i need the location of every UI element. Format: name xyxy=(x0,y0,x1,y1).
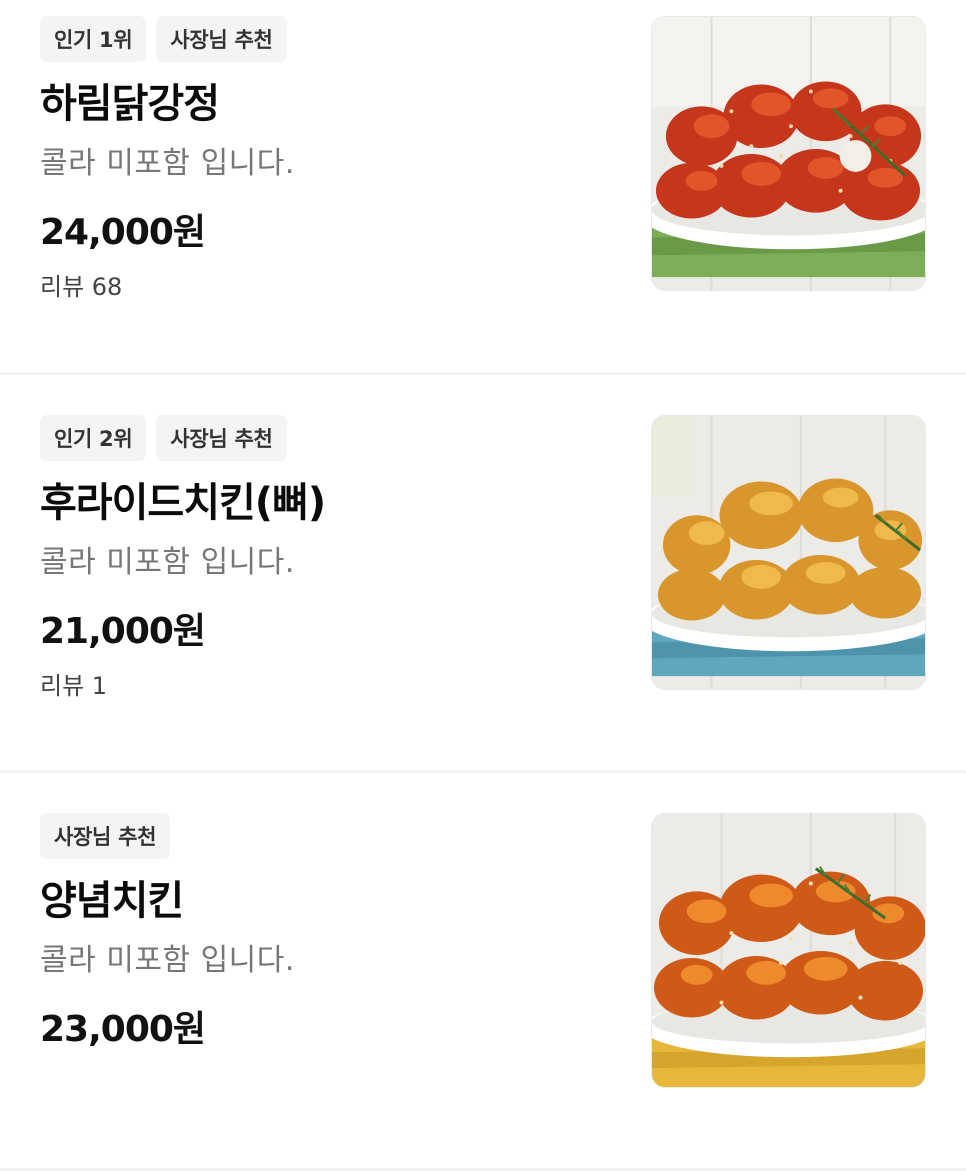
menu-item-yangnyeom[interactable]: 사장님 추천 양념치킨 콜라 미포함 입니다. 23,000원 xyxy=(0,773,966,1171)
food-image xyxy=(652,814,925,1087)
menu-item-name: 후라이드치킨(뼈) xyxy=(40,480,326,526)
popularity-badge: 인기 2위 xyxy=(40,415,147,461)
menu-item-review-count: 리뷰 68 xyxy=(40,273,123,301)
menu-list: 인기 1위 사장님 추천 하림닭강정 콜라 미포함 입니다. 24,000원 리… xyxy=(0,0,966,1171)
menu-item-description: 콜라 미포함 입니다. xyxy=(40,943,295,978)
yangnyeom-chicken-photo[interactable] xyxy=(651,813,926,1088)
menu-item-fried-chicken[interactable]: 인기 2위 사장님 추천 후라이드치킨(뼈) 콜라 미포함 입니다. 21,00… xyxy=(0,375,966,773)
menu-item-description: 콜라 미포함 입니다. xyxy=(40,545,295,580)
menu-item-name: 양념치킨 xyxy=(40,878,184,924)
fried-chicken-photo[interactable] xyxy=(651,415,926,690)
owner-recommend-badge: 사장님 추천 xyxy=(156,415,287,461)
owner-recommend-badge: 사장님 추천 xyxy=(156,16,287,62)
food-image xyxy=(652,416,925,689)
owner-recommend-badge: 사장님 추천 xyxy=(40,813,171,859)
food-image xyxy=(652,17,925,290)
menu-item-description: 콜라 미포함 입니다. xyxy=(40,146,295,181)
menu-item-name: 하림닭강정 xyxy=(40,81,220,127)
badge-group: 사장님 추천 xyxy=(40,813,600,859)
gangjeong-chicken-photo[interactable] xyxy=(651,16,926,291)
menu-item-price: 24,000원 xyxy=(40,212,206,253)
menu-item-info: 인기 1위 사장님 추천 하림닭강정 콜라 미포함 입니다. 24,000원 리… xyxy=(40,16,600,304)
badge-group: 인기 1위 사장님 추천 xyxy=(40,16,600,62)
menu-item-price: 23,000원 xyxy=(40,1009,206,1050)
menu-item-info: 인기 2위 사장님 추천 후라이드치킨(뼈) 콜라 미포함 입니다. 21,00… xyxy=(40,415,600,703)
menu-item-info: 사장님 추천 양념치킨 콜라 미포함 입니다. 23,000원 xyxy=(40,813,600,1053)
badge-group: 인기 2위 사장님 추천 xyxy=(40,415,600,461)
menu-item-price: 21,000원 xyxy=(40,611,206,652)
menu-item-review-count: 리뷰 1 xyxy=(40,672,108,700)
menu-item-gangjeong[interactable]: 인기 1위 사장님 추천 하림닭강정 콜라 미포함 입니다. 24,000원 리… xyxy=(0,0,966,375)
popularity-badge: 인기 1위 xyxy=(40,16,147,62)
